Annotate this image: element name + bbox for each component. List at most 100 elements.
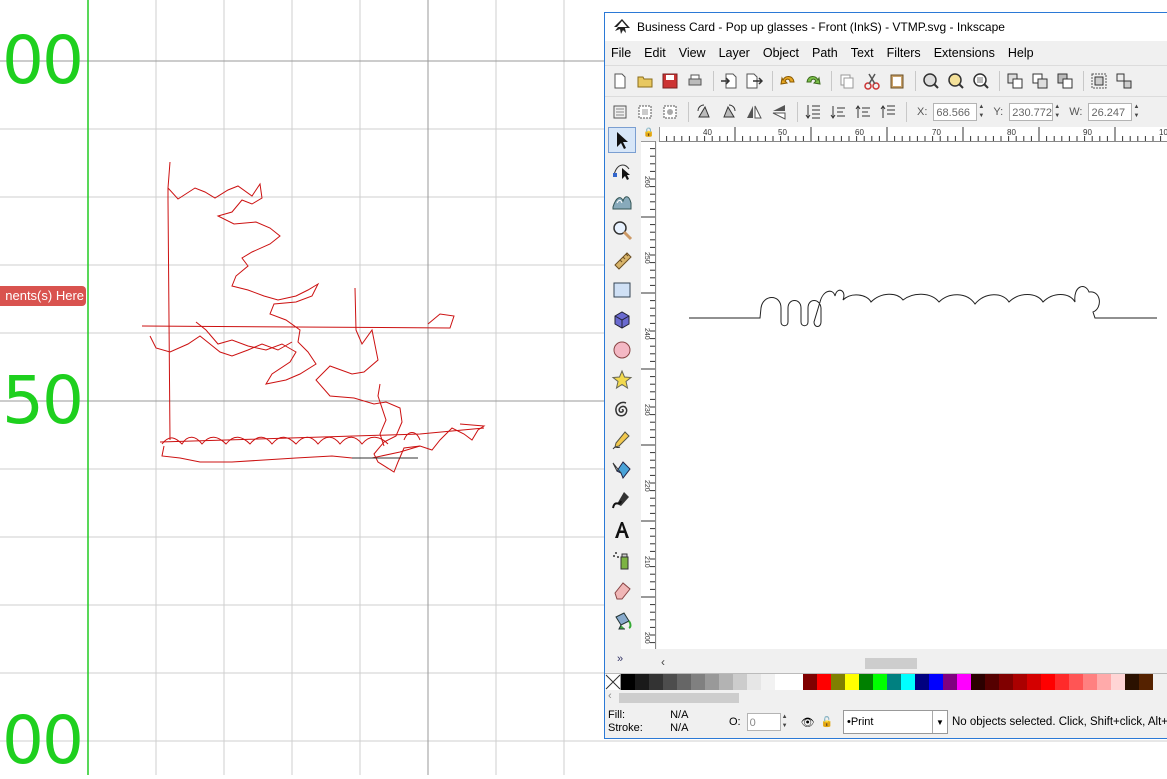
unlink-clone-button[interactable] (1054, 70, 1076, 92)
no-paint-swatch[interactable] (605, 674, 621, 690)
paste-button[interactable] (886, 70, 908, 92)
color-swatch[interactable] (621, 674, 635, 690)
color-swatch[interactable] (747, 674, 761, 690)
cut-button[interactable] (861, 70, 883, 92)
color-swatch[interactable] (635, 674, 649, 690)
rectangle-tool[interactable] (608, 277, 636, 303)
deselect-button[interactable] (659, 101, 681, 123)
zoom-page-button[interactable] (970, 70, 992, 92)
save-button[interactable] (659, 70, 681, 92)
clone-button[interactable] (1029, 70, 1051, 92)
eye-icon[interactable]: 👁 (801, 716, 815, 729)
menu-help[interactable]: Help (1008, 46, 1034, 60)
color-swatch[interactable] (943, 674, 957, 690)
ungroup-button[interactable] (1113, 70, 1135, 92)
paint-bucket-tool[interactable] (608, 607, 636, 633)
lock-icon[interactable]: 🔓 (821, 717, 833, 728)
color-swatch[interactable] (1027, 674, 1041, 690)
color-swatch[interactable] (789, 674, 803, 690)
import-button[interactable] (718, 70, 740, 92)
color-swatch[interactable] (1013, 674, 1027, 690)
menu-filters[interactable]: Filters (887, 46, 921, 60)
pencil-tool[interactable] (608, 427, 636, 453)
color-swatch[interactable] (1069, 674, 1083, 690)
lock-guides-icon[interactable]: 🔒 (641, 127, 657, 141)
color-swatch[interactable] (649, 674, 663, 690)
expand-toolbox-button[interactable]: » (617, 653, 623, 665)
color-swatch[interactable] (957, 674, 971, 690)
w-spinner[interactable]: ▲ ▼ (1133, 103, 1142, 121)
menu-object[interactable]: Object (763, 46, 799, 60)
zoom-tool[interactable] (608, 217, 636, 243)
stroke-value[interactable]: N/A (670, 722, 709, 735)
color-swatch[interactable] (1125, 674, 1139, 690)
rotate-cw-button[interactable] (718, 101, 740, 123)
rotate-ccw-button[interactable] (693, 101, 715, 123)
color-swatch[interactable] (817, 674, 831, 690)
color-swatch[interactable] (691, 674, 705, 690)
menu-file[interactable]: File (611, 46, 631, 60)
3d-box-tool[interactable] (608, 307, 636, 333)
color-swatch[interactable] (845, 674, 859, 690)
color-swatch[interactable] (901, 674, 915, 690)
opacity-spinner[interactable]: ▲ ▼ (782, 713, 791, 731)
color-swatch[interactable] (1111, 674, 1125, 690)
redo-button[interactable] (802, 70, 824, 92)
menu-extensions[interactable]: Extensions (934, 46, 995, 60)
pen-tool[interactable] (608, 457, 636, 483)
color-swatch[interactable] (831, 674, 845, 690)
color-swatch[interactable] (733, 674, 747, 690)
scrollbar-thumb[interactable] (865, 658, 917, 669)
star-tool[interactable] (608, 367, 636, 393)
color-swatch[interactable] (999, 674, 1013, 690)
w-input[interactable]: 26.247 (1088, 103, 1133, 121)
color-swatch[interactable] (1097, 674, 1111, 690)
color-swatch[interactable] (859, 674, 873, 690)
open-button[interactable] (634, 70, 656, 92)
opacity-input[interactable]: 0 (746, 713, 781, 731)
inkscape-window[interactable]: Business Card - Pop up glasses - Front (… (604, 12, 1167, 739)
eraser-tool[interactable] (608, 577, 636, 603)
color-swatch[interactable] (775, 674, 789, 690)
drawing-canvas[interactable] (657, 142, 1167, 649)
y-input[interactable]: 230.772 (1009, 103, 1054, 121)
x-input[interactable]: 68.566 (933, 103, 978, 121)
select-all-layers-button[interactable] (634, 101, 656, 123)
x-spinner[interactable]: ▲ ▼ (978, 103, 987, 121)
menu-path[interactable]: Path (812, 46, 838, 60)
text-tool[interactable] (608, 517, 636, 543)
node-tool[interactable] (608, 157, 636, 183)
palette-scrollbar[interactable]: ‹ (605, 690, 1167, 706)
flip-vertical-button[interactable] (768, 101, 790, 123)
color-swatch[interactable] (1139, 674, 1153, 690)
color-swatch[interactable] (663, 674, 677, 690)
spiral-tool[interactable] (608, 397, 636, 423)
measure-tool[interactable] (608, 247, 636, 273)
menu-layer[interactable]: Layer (719, 46, 750, 60)
lower-button[interactable] (852, 101, 874, 123)
selector-tool[interactable] (608, 127, 636, 153)
color-swatch[interactable] (761, 674, 775, 690)
zoom-selection-button[interactable] (920, 70, 942, 92)
menu-text[interactable]: Text (851, 46, 874, 60)
current-layer-select[interactable]: •Print ▼ (842, 710, 948, 734)
palette-scroll-left-icon[interactable]: ‹ (608, 690, 612, 702)
color-swatch[interactable] (873, 674, 887, 690)
color-swatch[interactable] (719, 674, 733, 690)
calligraphy-tool[interactable] (608, 487, 636, 513)
color-swatch[interactable] (929, 674, 943, 690)
color-swatch[interactable] (915, 674, 929, 690)
elements-drop-tag[interactable]: nents(s) Here (0, 286, 86, 306)
y-spinner[interactable]: ▲ ▼ (1054, 103, 1063, 121)
raise-button[interactable] (827, 101, 849, 123)
color-swatch[interactable] (1041, 674, 1055, 690)
color-swatch[interactable] (705, 674, 719, 690)
horizontal-scrollbar[interactable]: ‹ (657, 655, 1167, 671)
print-button[interactable] (684, 70, 706, 92)
scroll-left-icon[interactable]: ‹ (661, 655, 665, 669)
new-document-button[interactable] (609, 70, 631, 92)
color-swatch[interactable] (677, 674, 691, 690)
flip-horizontal-button[interactable] (743, 101, 765, 123)
color-swatch[interactable] (803, 674, 817, 690)
color-swatch[interactable] (1083, 674, 1097, 690)
